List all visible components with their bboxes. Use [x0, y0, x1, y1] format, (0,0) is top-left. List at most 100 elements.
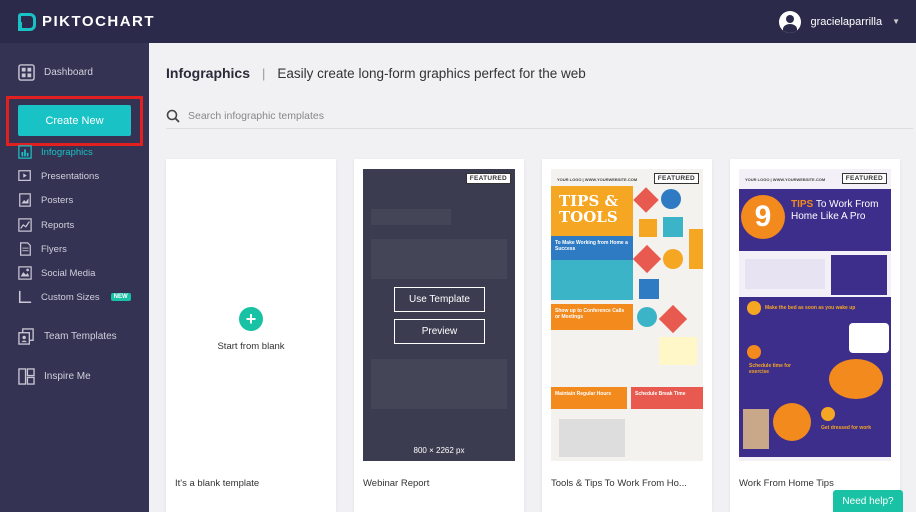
- piktochart-logo-icon: [18, 12, 36, 31]
- thumbnail-section: [551, 260, 633, 300]
- sidebar-item-infographics[interactable]: Infographics: [18, 143, 93, 161]
- thumbnail-title-accent: TIPS: [791, 199, 814, 210]
- sidebar-item-label: Infographics: [41, 146, 93, 158]
- sidebar-item-dashboard[interactable]: Dashboard: [18, 63, 93, 81]
- page-heading: Infographics | Easily create long-form g…: [166, 65, 586, 81]
- use-template-button[interactable]: Use Template: [394, 287, 485, 312]
- thumbnail-shape: [661, 189, 681, 209]
- thumbnail-text: Get dressed for work: [821, 425, 872, 431]
- thumbnail-shape: [747, 345, 761, 359]
- create-new-button[interactable]: Create New: [18, 105, 131, 136]
- thumbnail-shape: [821, 407, 835, 421]
- thumbnail-shape: [633, 187, 659, 213]
- sidebar-item-inspire-me[interactable]: Inspire Me: [18, 367, 91, 385]
- thumbnail-shape: [639, 219, 657, 237]
- main-content: Infographics | Easily create long-form g…: [149, 43, 916, 512]
- chevron-down-icon: ▼: [892, 17, 900, 26]
- sidebar-item-social-media[interactable]: Social Media: [18, 264, 95, 282]
- search-input[interactable]: [188, 109, 588, 122]
- sidebar-item-flyers[interactable]: Flyers: [18, 240, 67, 258]
- need-help-button[interactable]: Need help?: [833, 490, 903, 512]
- sidebar-item-label: Inspire Me: [44, 370, 91, 382]
- template-card-work-from-home-tips[interactable]: FEATURED YOUR LOGO | WWW.YOURWEBSITE.COM…: [730, 159, 900, 512]
- user-menu[interactable]: gracielaparrilla ▼: [778, 10, 900, 33]
- sidebar-item-label: Reports: [41, 219, 75, 231]
- page-subtitle: Easily create long-form graphics perfect…: [277, 65, 586, 81]
- sidebar-item-team-templates[interactable]: Team Templates: [18, 327, 117, 345]
- top-bar: PIKTOCHART gracielaparrilla ▼: [0, 0, 916, 43]
- report-icon: [18, 218, 32, 232]
- thumbnail-title: TIPS & TOOLS: [559, 192, 619, 226]
- sidebar-item-reports[interactable]: Reports: [18, 216, 74, 234]
- thumbnail-shape: [663, 217, 683, 237]
- thumbnail-section: Show up to Conference Calls or Meetings: [551, 304, 633, 330]
- thumbnail-shape: [632, 244, 662, 274]
- thumbnail-shape: [659, 337, 697, 365]
- thumbnail-section: Schedule Break Time: [631, 387, 703, 409]
- start-from-blank[interactable]: + Start from blank: [166, 159, 336, 469]
- thumbnail-text: Schedule time for exercise: [749, 363, 791, 375]
- search-icon: [166, 109, 180, 123]
- sidebar: Dashboard Create New Infographics Presen…: [0, 43, 149, 512]
- thumbnail-shape: [663, 249, 683, 269]
- new-badge: NEW: [110, 293, 131, 301]
- sidebar-item-custom-sizes[interactable]: Custom Sizes NEW: [18, 288, 131, 306]
- thumbnail-shape: [639, 279, 659, 299]
- sidebar-item-posters[interactable]: Posters: [18, 191, 73, 209]
- featured-badge: FEATURED: [841, 173, 887, 184]
- sidebar-item-label: Dashboard: [44, 66, 93, 78]
- thumbnail-text: Schedule Break Time: [635, 391, 686, 397]
- thumbnail-number: 9: [741, 195, 785, 239]
- featured-badge: FEATURED: [653, 173, 699, 184]
- infographic-icon: [18, 145, 32, 159]
- card-label: Work From Home Tips: [739, 478, 834, 489]
- thumbnail-text: Maintain Regular Hours: [555, 391, 612, 397]
- search-bar: [166, 103, 913, 129]
- card-label: It's a blank template: [175, 478, 260, 489]
- thumbnail-ghost-block: [371, 239, 507, 279]
- custom-size-icon: [18, 290, 32, 304]
- template-thumbnail[interactable]: FEATURED YOUR LOGO | WWW.YOURWEBSITE.COM…: [739, 169, 891, 461]
- inspire-me-icon: [18, 367, 35, 385]
- flyer-icon: [20, 242, 31, 256]
- sidebar-item-label: Flyers: [41, 243, 67, 255]
- sidebar-item-label: Posters: [41, 194, 74, 206]
- sidebar-item-label: Social Media: [41, 267, 96, 279]
- plus-icon: +: [239, 306, 263, 331]
- username: gracielaparrilla: [810, 15, 883, 28]
- thumbnail-shape: [637, 307, 657, 327]
- thumbnail-header: YOUR LOGO | WWW.YOURWEBSITE.COM: [557, 177, 638, 182]
- template-thumbnail[interactable]: FEATURED Use Template Preview 800 × 2262…: [363, 169, 515, 461]
- thumbnail-text: Make the bed as soon as you wake up: [765, 305, 856, 311]
- thumbnail-ghost-block: [371, 359, 507, 409]
- thumbnail-photo: [849, 323, 889, 353]
- sidebar-item-label: Custom Sizes: [41, 291, 100, 303]
- social-media-icon: [18, 266, 32, 280]
- page-title: Infographics: [166, 65, 251, 81]
- card-label: Webinar Report: [363, 478, 430, 489]
- brand-logo[interactable]: PIKTOCHART: [18, 12, 155, 31]
- presentation-icon: [18, 170, 31, 181]
- thumbnail-shape: [747, 301, 761, 315]
- template-card-tools-tips[interactable]: FEATURED YOUR LOGO | WWW.YOURWEBSITE.COM…: [542, 159, 712, 512]
- thumbnail-shape: [689, 229, 703, 269]
- thumbnail-title: TIPS To Work From Home Like A Pro: [791, 199, 887, 223]
- template-thumbnail[interactable]: FEATURED YOUR LOGO | WWW.YOURWEBSITE.COM…: [551, 169, 703, 461]
- title-separator: |: [262, 65, 266, 81]
- sidebar-item-label: Team Templates: [44, 330, 117, 342]
- thumbnail-text-block: [831, 255, 887, 295]
- template-card-blank[interactable]: + Start from blank It's a blank template: [166, 159, 336, 512]
- template-card-webinar-report[interactable]: FEATURED Use Template Preview 800 × 2262…: [354, 159, 524, 512]
- card-label: Tools & Tips To Work From Ho...: [551, 478, 687, 489]
- thumbnail-photo: [559, 419, 625, 457]
- sidebar-item-label: Presentations: [41, 170, 100, 182]
- preview-button[interactable]: Preview: [394, 319, 485, 344]
- sidebar-item-presentations[interactable]: Presentations: [18, 167, 99, 185]
- thumbnail-title-block: 9 TIPS To Work From Home Like A Pro: [739, 189, 891, 251]
- thumbnail-ghost-title: [371, 209, 451, 225]
- thumbnail-shape: [773, 403, 811, 441]
- thumbnail-text: To Make Working from Home a Success: [555, 240, 628, 252]
- template-size: 800 × 2262 px: [413, 446, 465, 455]
- team-templates-icon: [18, 327, 34, 345]
- thumbnail-text-block: [745, 259, 825, 289]
